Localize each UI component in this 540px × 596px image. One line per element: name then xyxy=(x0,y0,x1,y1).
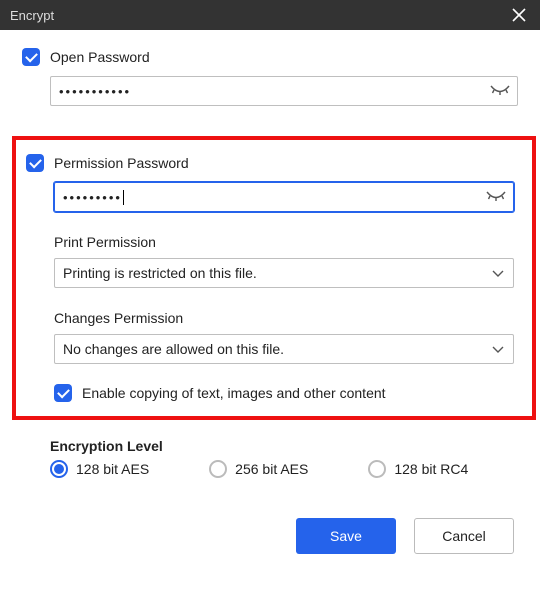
text-cursor xyxy=(123,190,124,205)
encryption-level-label: Encryption Level xyxy=(50,438,518,454)
open-password-input[interactable]: ••••••••••• xyxy=(50,76,518,106)
print-permission-select[interactable]: Printing is restricted on this file. xyxy=(54,258,514,288)
radio-label: 128 bit RC4 xyxy=(394,461,468,477)
radio-label: 256 bit AES xyxy=(235,461,308,477)
radio-label: 128 bit AES xyxy=(76,461,149,477)
radio-icon xyxy=(209,460,227,478)
open-password-field-wrap: ••••••••••• xyxy=(50,76,518,106)
save-button-label: Save xyxy=(330,528,362,544)
cancel-button[interactable]: Cancel xyxy=(414,518,514,554)
changes-permission-value: No changes are allowed on this file. xyxy=(63,341,284,357)
save-button[interactable]: Save xyxy=(296,518,396,554)
permission-password-value: ••••••••• xyxy=(63,190,122,205)
open-password-value: ••••••••••• xyxy=(59,84,131,99)
titlebar: Encrypt xyxy=(0,0,540,30)
permission-password-checkbox[interactable] xyxy=(26,154,44,172)
radio-icon xyxy=(50,460,68,478)
open-password-row: Open Password xyxy=(22,48,518,66)
radio-256-aes[interactable]: 256 bit AES xyxy=(209,460,308,478)
enable-copy-checkbox[interactable] xyxy=(54,384,72,402)
permission-password-input[interactable]: ••••••••• xyxy=(54,182,514,212)
enable-copy-label: Enable copying of text, images and other… xyxy=(82,385,386,401)
print-permission-value: Printing is restricted on this file. xyxy=(63,265,257,281)
close-icon[interactable] xyxy=(508,4,530,26)
eye-icon[interactable] xyxy=(490,85,510,97)
permission-password-row: Permission Password xyxy=(26,154,514,172)
dialog-body: Open Password ••••••••••• Permission Pas… xyxy=(0,30,540,572)
enable-copy-row: Enable copying of text, images and other… xyxy=(54,384,514,402)
radio-128-aes[interactable]: 128 bit AES xyxy=(50,460,149,478)
cancel-button-label: Cancel xyxy=(442,528,486,544)
radio-128-rc4[interactable]: 128 bit RC4 xyxy=(368,460,468,478)
eye-icon[interactable] xyxy=(486,191,506,203)
changes-permission-label: Changes Permission xyxy=(54,310,514,326)
permission-highlight-box: Permission Password ••••••••• Print Perm… xyxy=(12,136,536,420)
changes-permission-select-wrap: No changes are allowed on this file. xyxy=(54,334,514,364)
print-permission-label: Print Permission xyxy=(54,234,514,250)
encryption-level-options: 128 bit AES 256 bit AES 128 bit RC4 xyxy=(50,460,518,478)
open-password-checkbox[interactable] xyxy=(22,48,40,66)
button-row: Save Cancel xyxy=(22,518,518,554)
dialog-title: Encrypt xyxy=(10,8,54,23)
changes-permission-select[interactable]: No changes are allowed on this file. xyxy=(54,334,514,364)
open-password-label: Open Password xyxy=(50,49,150,65)
radio-icon xyxy=(368,460,386,478)
permission-password-field-wrap: ••••••••• xyxy=(54,182,514,212)
print-permission-select-wrap: Printing is restricted on this file. xyxy=(54,258,514,288)
permission-password-label: Permission Password xyxy=(54,155,189,171)
